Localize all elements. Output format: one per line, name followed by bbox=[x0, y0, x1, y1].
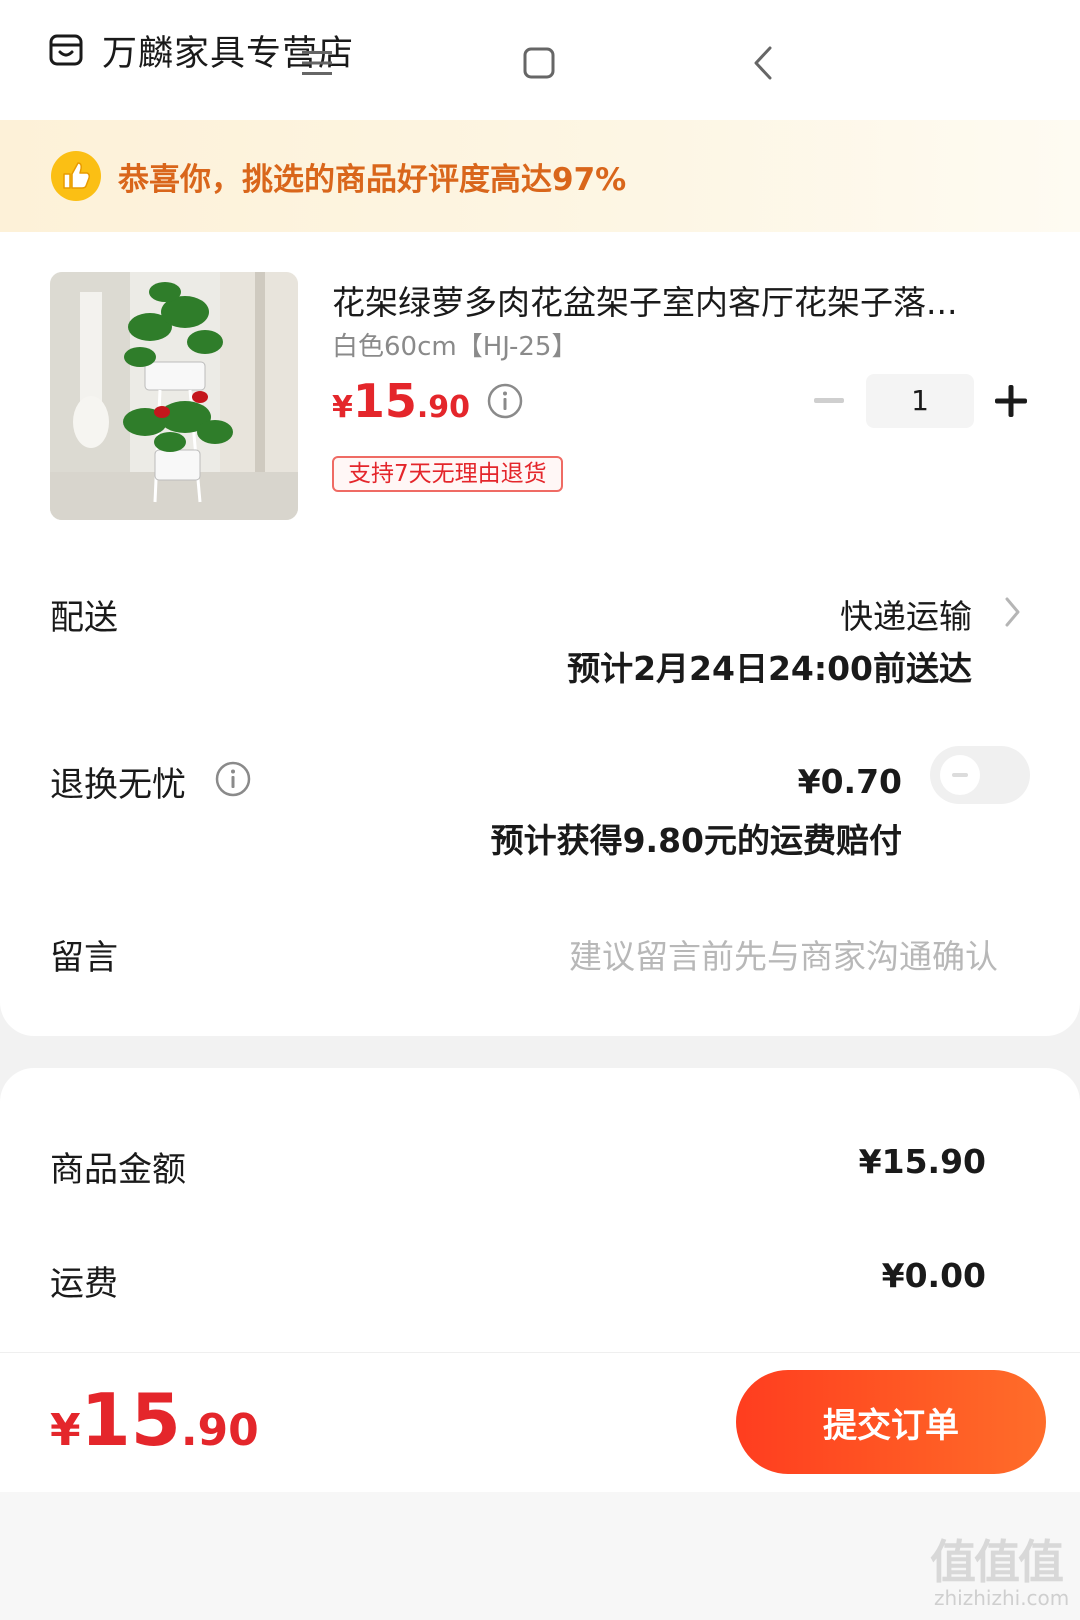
home-icon[interactable] bbox=[516, 40, 562, 86]
goods-amount-label: 商品金额 bbox=[50, 1150, 186, 1190]
price-decimal: .90 bbox=[416, 390, 471, 425]
total-price: ¥ 15 .90 bbox=[50, 1378, 259, 1462]
price-currency: ¥ bbox=[332, 390, 353, 425]
return-insurance-fee: ¥0.70 bbox=[797, 762, 902, 801]
plus-icon bbox=[995, 385, 1027, 417]
back-icon[interactable] bbox=[742, 40, 788, 86]
product-title[interactable]: 花架绿萝多肉花盆架子室内客厅花架子落... bbox=[332, 276, 1022, 324]
rating-text: 恭喜你，挑选的商品好评度高达97% bbox=[118, 161, 627, 198]
delivery-label: 配送 bbox=[50, 598, 118, 638]
return-insurance-label: 退换无忧 bbox=[50, 765, 186, 805]
total-currency: ¥ bbox=[50, 1405, 81, 1456]
return-insurance-toggle[interactable] bbox=[930, 746, 1030, 804]
toggle-knob bbox=[940, 755, 980, 795]
watermark-logo: 值值值 bbox=[930, 1535, 1064, 1589]
delivery-method[interactable]: 快递运输 bbox=[840, 590, 972, 638]
rating-banner: 恭喜你，挑选的商品好评度高达97% bbox=[0, 120, 1080, 232]
total-decimal: .90 bbox=[180, 1405, 259, 1456]
price-summary-card bbox=[0, 1068, 1080, 1368]
chevron-right-icon[interactable] bbox=[1003, 595, 1023, 629]
return-policy-badge: 支持7天无理由退货 bbox=[332, 456, 563, 492]
minus-icon bbox=[814, 398, 844, 403]
return-insurance-info-icon[interactable] bbox=[214, 760, 252, 798]
product-image[interactable] bbox=[50, 272, 298, 520]
price-info-icon[interactable] bbox=[486, 382, 524, 420]
goods-amount-value: ¥15.90 bbox=[858, 1142, 986, 1181]
watermark-text: zhizhizhi.com bbox=[934, 1586, 1070, 1610]
delivery-eta: 预计2月24日24:00前送达 bbox=[567, 649, 972, 688]
message-input[interactable]: 建议留言前先与商家沟通确认 bbox=[569, 930, 998, 978]
store-icon bbox=[49, 34, 83, 66]
shipping-label: 运费 bbox=[50, 1264, 118, 1304]
price-integer: 15 bbox=[352, 374, 417, 428]
system-nav-bar bbox=[0, 1492, 1080, 1620]
menu-icon[interactable] bbox=[294, 40, 340, 86]
message-label: 留言 bbox=[50, 938, 118, 978]
product-spec[interactable]: 白色60cm【HJ-25】 bbox=[332, 326, 577, 363]
quantity-minus-button[interactable] bbox=[812, 384, 846, 418]
total-integer: 15 bbox=[80, 1378, 181, 1462]
quantity-plus-button[interactable] bbox=[990, 380, 1032, 422]
shipping-value: ¥0.00 bbox=[881, 1256, 986, 1295]
compensation-text: 预计获得9.80元的运费赔付 bbox=[490, 821, 902, 860]
thumbs-up-icon bbox=[51, 151, 101, 201]
submit-order-button[interactable]: 提交订单 bbox=[736, 1370, 1046, 1474]
quantity-input[interactable]: 1 bbox=[866, 374, 974, 428]
product-price: ¥ 15 .90 bbox=[332, 374, 524, 428]
